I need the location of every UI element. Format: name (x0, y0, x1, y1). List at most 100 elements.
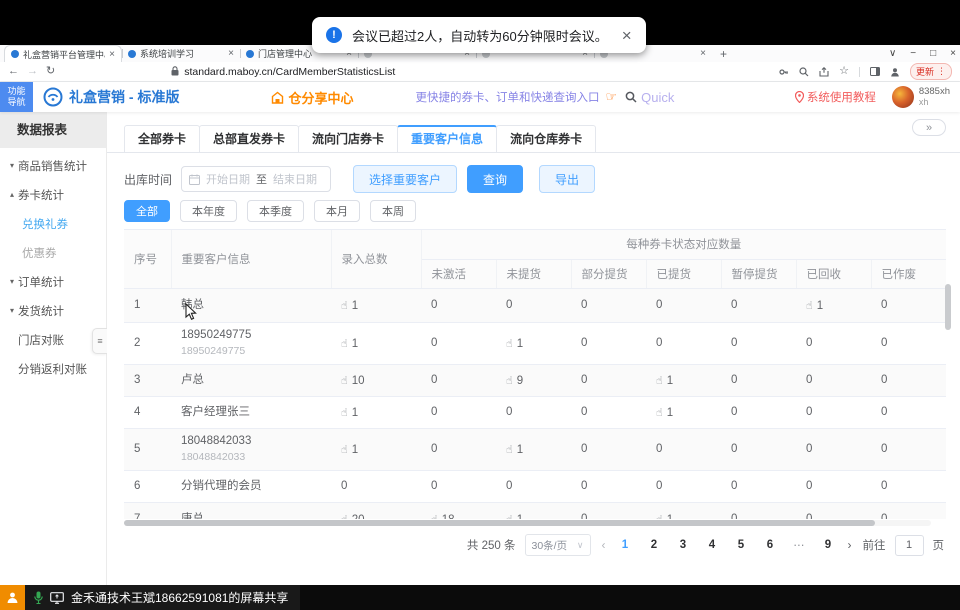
page-number[interactable]: 9 (820, 539, 837, 551)
window-close-button[interactable]: × (950, 48, 956, 59)
count-link[interactable]: ☝20 (341, 514, 365, 520)
horizontal-scrollbar-thumb[interactable] (124, 520, 875, 526)
count-link[interactable]: ☝1 (506, 444, 523, 456)
quick-range-button[interactable]: 本周 (370, 200, 416, 222)
sidebar-item[interactable]: 兑换礼券 (0, 209, 106, 238)
table-clip: 序号 重要客户信息 录入总数 每种券卡状态对应数量 未激活未提货部分提货已提货暂… (124, 229, 946, 519)
quick-range-button[interactable]: 本年度 (180, 200, 237, 222)
count-link[interactable]: ☝1 (656, 514, 673, 520)
count-link[interactable]: ☝10 (341, 375, 365, 387)
count-link[interactable]: ☝1 (656, 375, 673, 387)
quick-range-button[interactable]: 全部 (124, 200, 170, 222)
reload-icon[interactable]: ↻ (46, 66, 55, 77)
tab-overflow-button[interactable]: » (912, 119, 946, 136)
tab-close-icon[interactable]: × (109, 49, 115, 60)
query-button[interactable]: 查询 (467, 165, 523, 193)
bookmark-star-icon[interactable]: ☆ (839, 66, 849, 77)
address-field[interactable]: standard.maboy.cn/CardMemberStatisticsLi… (171, 63, 771, 81)
page-size-select[interactable]: 30条/页 ∨ (525, 534, 591, 556)
page-number[interactable]: 2 (646, 539, 663, 551)
sidebar-item[interactable]: 分销返利对账 (0, 354, 106, 383)
header-right: 系统使用教程 8385xh xh (795, 86, 960, 108)
sidebar-item[interactable]: 优惠券 (0, 238, 106, 267)
tutorial-link[interactable]: 系统使用教程 (795, 89, 876, 105)
window-minimize-button[interactable]: − (910, 48, 916, 59)
window-menu-icon[interactable]: ∨ (889, 48, 896, 59)
meeting-app-icon[interactable] (0, 585, 25, 610)
tab-close-icon[interactable]: × (228, 48, 234, 59)
tab-close-icon[interactable]: × (700, 48, 706, 59)
quick-range-button[interactable]: 本季度 (247, 200, 304, 222)
cell-customer: 唐总 (171, 502, 331, 519)
count-value: 0 (431, 443, 437, 455)
col-group: 每种券卡状态对应数量 (421, 230, 946, 259)
count-link[interactable]: ☝1 (341, 338, 358, 350)
count-link[interactable]: ☝1 (506, 514, 523, 520)
back-icon[interactable]: ← (8, 66, 19, 77)
page-number[interactable]: 5 (733, 539, 750, 551)
share-icon[interactable] (819, 67, 829, 77)
content-tab[interactable]: 流向门店券卡 (298, 125, 398, 152)
sidebar-item[interactable]: ▴券卡统计 (0, 180, 106, 209)
user-block[interactable]: 8385xh xh (919, 87, 950, 107)
cell-count: 0 (721, 470, 796, 502)
browser-tab[interactable]: 系统培训学习× (122, 45, 240, 62)
content-tab[interactable]: 总部直发券卡 (199, 125, 299, 152)
cell-count: 0 (796, 470, 871, 502)
sidebar-item[interactable]: ▾订单统计 (0, 267, 106, 296)
page-number[interactable]: 1 (617, 539, 634, 551)
key-icon[interactable] (779, 67, 789, 77)
content-tab[interactable]: 重要客户信息 (397, 125, 497, 152)
browser-tab[interactable]: 礼盒营销平台管理中心× (4, 45, 122, 62)
quick-search-button[interactable]: Quick (625, 90, 674, 105)
count-link[interactable]: ☝1 (506, 338, 523, 350)
new-tab-button[interactable]: + (712, 45, 735, 62)
sidebar-item[interactable]: 门店对账 (0, 325, 106, 354)
share-center-link[interactable]: 仓分享中心 (271, 88, 353, 107)
prev-page-button[interactable]: ‹ (600, 538, 608, 552)
page-number[interactable]: 4 (704, 539, 721, 551)
count-link[interactable]: ☝1 (806, 300, 823, 312)
cell-count: 0 (646, 288, 721, 322)
profile-icon[interactable] (890, 67, 900, 77)
url-text: standard.maboy.cn/CardMemberStatisticsLi… (184, 66, 395, 78)
count-value: 1 (517, 514, 523, 520)
window-maximize-button[interactable]: □ (930, 48, 936, 59)
sidebar-item[interactable]: ▾发货统计 (0, 296, 106, 325)
content-tab[interactable]: 流向仓库券卡 (496, 125, 596, 152)
count-link[interactable]: ☝1 (656, 407, 673, 419)
count-value: 1 (667, 514, 673, 520)
count-value: 0 (581, 374, 587, 386)
cell-count: ☝9 (496, 364, 571, 396)
count-link[interactable]: ☝1 (341, 444, 358, 456)
cell-count: 0 (796, 364, 871, 396)
cell-customer: 1895024977518950249775 (171, 322, 331, 364)
count-link[interactable]: ☝9 (506, 375, 523, 387)
cell-count: 0 (646, 428, 721, 470)
main-content: 全部券卡总部直发券卡流向门店券卡重要客户信息流向仓库券卡 » 出库时间 开始日期… (107, 112, 960, 585)
side-panel-icon[interactable] (870, 67, 880, 76)
page-number[interactable]: 6 (762, 539, 779, 551)
select-customer-button[interactable]: 选择重要客户 (353, 165, 457, 193)
count-link[interactable]: ☝1 (341, 407, 358, 419)
page-number[interactable]: 3 (675, 539, 692, 551)
forward-icon[interactable]: → (27, 66, 38, 77)
count-link[interactable]: ☝1 (341, 300, 358, 312)
user-avatar[interactable] (892, 86, 914, 108)
pagination: 共 250 条 30条/页 ∨ ‹ 123456⋯9 › 前往 1 页 (107, 534, 944, 556)
export-button[interactable]: 导出 (539, 165, 595, 193)
toast-close-icon[interactable]: × (622, 27, 632, 44)
table-row: 4客户经理张三☝1000☝1000 (124, 396, 946, 428)
quick-range-button[interactable]: 本月 (314, 200, 360, 222)
content-tab[interactable]: 全部券卡 (124, 125, 200, 152)
date-range-input[interactable]: 开始日期 至 结束日期 (181, 166, 331, 192)
vertical-scrollbar-thumb[interactable] (945, 284, 951, 330)
zoom-icon[interactable] (799, 67, 809, 77)
sidebar-item[interactable]: ▾商品销售统计 (0, 151, 106, 180)
next-page-button[interactable]: › (846, 538, 854, 552)
goto-page-input[interactable]: 1 (895, 535, 924, 556)
sidebar-collapse-handle[interactable]: ≡ (92, 328, 107, 354)
count-link[interactable]: ☝18 (431, 514, 455, 520)
browser-update-button[interactable]: 更新 ⋮ (910, 63, 952, 80)
function-nav-badge[interactable]: 功能 导航 (0, 82, 33, 112)
